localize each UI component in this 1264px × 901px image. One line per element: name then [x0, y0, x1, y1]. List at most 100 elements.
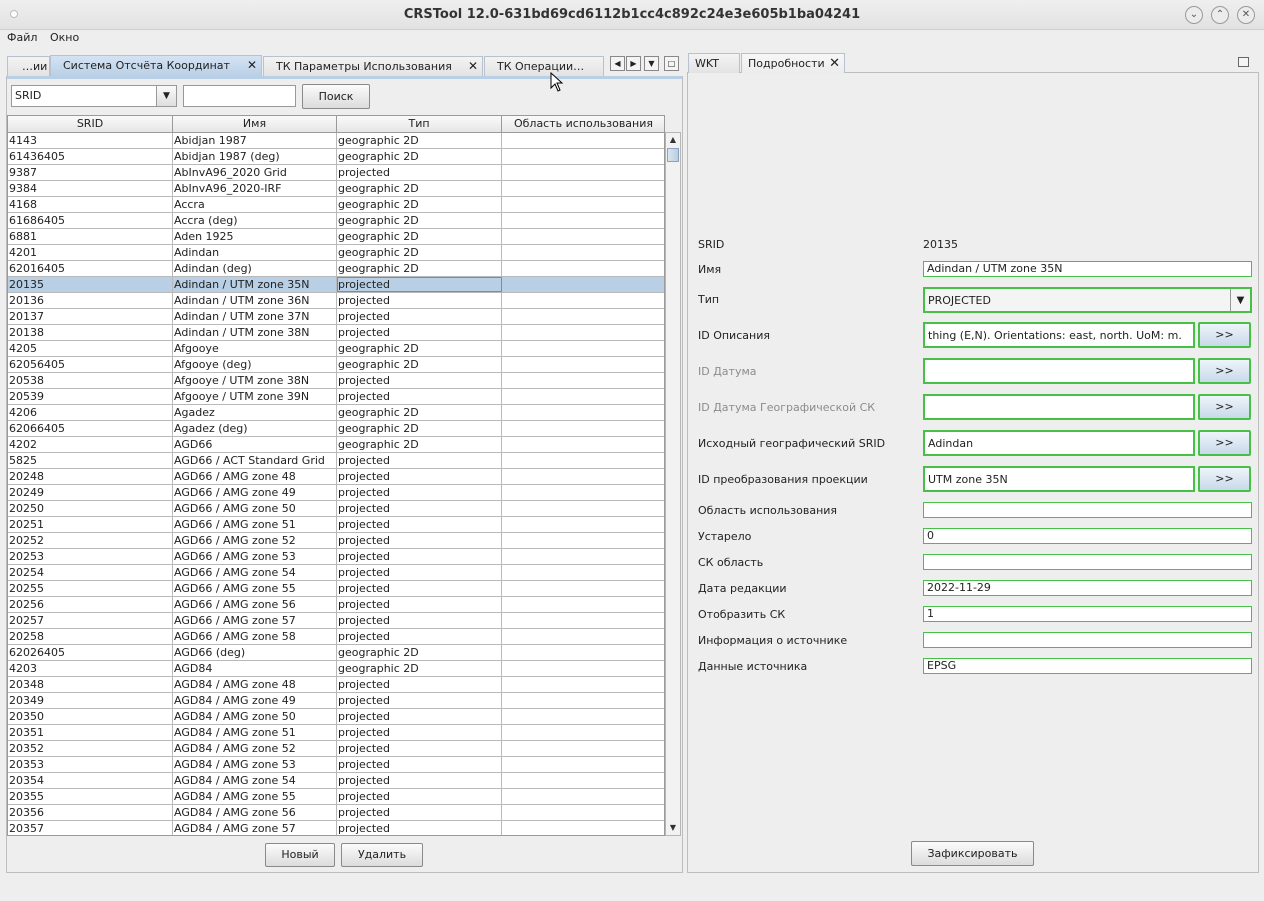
- table-row[interactable]: 20137 Adindan / UTM zone 37N projected: [8, 309, 664, 325]
- cell-type: geographic 2D: [337, 405, 502, 420]
- table-row[interactable]: 5825 AGD66 / ACT Standard Grid projected: [8, 453, 664, 469]
- tab-hidden-left[interactable]: …ии: [7, 56, 50, 76]
- tab-usage-params[interactable]: ТК Параметры Использования ✕: [263, 56, 483, 76]
- type-select[interactable]: PROJECTED ▼: [923, 287, 1252, 313]
- search-field-select[interactable]: SRID ▼: [11, 85, 177, 107]
- table-row[interactable]: 4143 Abidjan 1987 geographic 2D: [8, 133, 664, 149]
- source-data-field[interactable]: EPSG: [923, 658, 1252, 674]
- close-button[interactable]: ✕: [1237, 6, 1255, 24]
- table-row[interactable]: 62016405 Adindan (deg) geographic 2D: [8, 261, 664, 277]
- table-row[interactable]: 6881 Aden 1925 geographic 2D: [8, 229, 664, 245]
- table-row[interactable]: 20351 AGD84 / AMG zone 51 projected: [8, 725, 664, 741]
- table-row[interactable]: 20250 AGD66 / AMG zone 50 projected: [8, 501, 664, 517]
- table-row[interactable]: 61436405 Abidjan 1987 (deg) geographic 2D: [8, 149, 664, 165]
- tab-scroll-left-icon[interactable]: ◀: [610, 56, 625, 71]
- column-header-srid[interactable]: SRID: [8, 116, 173, 133]
- maximize-button[interactable]: ⌃: [1211, 6, 1229, 24]
- table-row[interactable]: 20354 AGD84 / AMG zone 54 projected: [8, 773, 664, 789]
- name-field[interactable]: Adindan / UTM zone 35N: [923, 261, 1252, 277]
- desc-id-field[interactable]: thing (E,N). Orientations: east, north. …: [923, 322, 1195, 348]
- scroll-up-icon[interactable]: ▲: [666, 133, 680, 147]
- search-input[interactable]: [183, 85, 296, 107]
- cell-srid: 20349: [8, 693, 173, 708]
- cell-area: [502, 517, 664, 532]
- table-row[interactable]: 20138 Adindan / UTM zone 38N projected: [8, 325, 664, 341]
- table-row[interactable]: 20136 Adindan / UTM zone 36N projected: [8, 293, 664, 309]
- geo-datum-id-more-button[interactable]: >>: [1198, 394, 1251, 420]
- show-crs-field[interactable]: 1: [923, 606, 1252, 622]
- table-row[interactable]: 20356 AGD84 / AMG zone 56 projected: [8, 805, 664, 821]
- close-icon[interactable]: ✕: [247, 56, 257, 75]
- crs-area-field[interactable]: [923, 554, 1252, 570]
- table-row[interactable]: 62026405 AGD66 (deg) geographic 2D: [8, 645, 664, 661]
- table-row[interactable]: 20539 Afgooye / UTM zone 39N projected: [8, 389, 664, 405]
- table-row[interactable]: 20355 AGD84 / AMG zone 55 projected: [8, 789, 664, 805]
- table-row[interactable]: 4201 Adindan geographic 2D: [8, 245, 664, 261]
- table-row[interactable]: 20249 AGD66 / AMG zone 49 projected: [8, 485, 664, 501]
- table-row[interactable]: 20254 AGD66 / AMG zone 54 projected: [8, 565, 664, 581]
- geo-datum-id-field[interactable]: [923, 394, 1195, 420]
- column-header-type[interactable]: Тип: [337, 116, 502, 133]
- close-icon[interactable]: ✕: [829, 54, 840, 73]
- tab-operations[interactable]: ТК Операции…: [484, 56, 604, 76]
- table-row[interactable]: 20352 AGD84 / AMG zone 52 projected: [8, 741, 664, 757]
- commit-button[interactable]: Зафиксировать: [911, 841, 1034, 866]
- table-row[interactable]: 4205 Afgooye geographic 2D: [8, 341, 664, 357]
- search-button[interactable]: Поиск: [302, 84, 370, 109]
- desc-id-more-button[interactable]: >>: [1198, 322, 1251, 348]
- column-header-area[interactable]: Область использования: [502, 116, 664, 133]
- delete-button[interactable]: Удалить: [341, 843, 423, 867]
- table-row[interactable]: 4206 Agadez geographic 2D: [8, 405, 664, 421]
- tab-scroll-right-icon[interactable]: ▶: [626, 56, 641, 71]
- table-row[interactable]: 20349 AGD84 / AMG zone 49 projected: [8, 693, 664, 709]
- table-row[interactable]: 62056405 Afgooye (deg) geographic 2D: [8, 357, 664, 373]
- datum-id-field[interactable]: [923, 358, 1195, 384]
- source-srid-more-button[interactable]: >>: [1198, 430, 1251, 456]
- table-row[interactable]: 20135 Adindan / UTM zone 35N projected: [8, 277, 664, 293]
- close-icon[interactable]: ✕: [468, 57, 478, 76]
- new-button[interactable]: Новый: [265, 843, 335, 867]
- table-row[interactable]: 20538 Afgooye / UTM zone 38N projected: [8, 373, 664, 389]
- table-row[interactable]: 61686405 Accra (deg) geographic 2D: [8, 213, 664, 229]
- table-row[interactable]: 4203 AGD84 geographic 2D: [8, 661, 664, 677]
- table-row[interactable]: 9387 AbInvA96_2020 Grid projected: [8, 165, 664, 181]
- proj-id-more-button[interactable]: >>: [1198, 466, 1251, 492]
- area-field[interactable]: [923, 502, 1252, 518]
- deprecated-field[interactable]: 0: [923, 528, 1252, 544]
- datum-id-more-button[interactable]: >>: [1198, 358, 1251, 384]
- table-row[interactable]: 20348 AGD84 / AMG zone 48 projected: [8, 677, 664, 693]
- minimize-button[interactable]: ⌄: [1185, 6, 1203, 24]
- table-row[interactable]: 20255 AGD66 / AMG zone 55 projected: [8, 581, 664, 597]
- table-row[interactable]: 20353 AGD84 / AMG zone 53 projected: [8, 757, 664, 773]
- revision-date-field[interactable]: 2022-11-29: [923, 580, 1252, 596]
- table-row[interactable]: 4202 AGD66 geographic 2D: [8, 437, 664, 453]
- tab-wkt[interactable]: WKT: [688, 53, 740, 73]
- menu-window[interactable]: Окно: [50, 31, 79, 44]
- table-row[interactable]: 20350 AGD84 / AMG zone 50 projected: [8, 709, 664, 725]
- table-row[interactable]: 20251 AGD66 / AMG zone 51 projected: [8, 517, 664, 533]
- table-row[interactable]: 20256 AGD66 / AMG zone 56 projected: [8, 597, 664, 613]
- cell-area: [502, 469, 664, 484]
- table-row[interactable]: 20252 AGD66 / AMG zone 52 projected: [8, 533, 664, 549]
- scroll-down-icon[interactable]: ▼: [666, 821, 680, 835]
- table-row[interactable]: 20257 AGD66 / AMG zone 57 projected: [8, 613, 664, 629]
- table-row[interactable]: 20248 AGD66 / AMG zone 48 projected: [8, 469, 664, 485]
- table-row[interactable]: 20258 AGD66 / AMG zone 58 projected: [8, 629, 664, 645]
- table-row[interactable]: 4168 Accra geographic 2D: [8, 197, 664, 213]
- table-row[interactable]: 9384 AbInvA96_2020-IRF geographic 2D: [8, 181, 664, 197]
- minimize-panel-icon[interactable]: [1238, 57, 1249, 67]
- maximize-icon[interactable]: □: [664, 56, 679, 71]
- menu-file[interactable]: Файл: [7, 31, 37, 44]
- proj-id-field[interactable]: UTM zone 35N: [923, 466, 1195, 492]
- table-row[interactable]: 20357 AGD84 / AMG zone 57 projected: [8, 821, 664, 835]
- tab-details[interactable]: Подробности ✕: [741, 53, 845, 73]
- scroll-thumb[interactable]: [667, 148, 679, 162]
- column-header-name[interactable]: Имя: [173, 116, 337, 133]
- source-info-field[interactable]: [923, 632, 1252, 648]
- table-scrollbar[interactable]: ▲ ▼: [665, 132, 681, 836]
- table-row[interactable]: 62066405 Agadez (deg) geographic 2D: [8, 421, 664, 437]
- source-srid-field[interactable]: Adindan: [923, 430, 1195, 456]
- tab-list-icon[interactable]: ▼: [644, 56, 659, 71]
- table-row[interactable]: 20253 AGD66 / AMG zone 53 projected: [8, 549, 664, 565]
- tab-crs[interactable]: Система Отсчёта Координат ✕: [50, 55, 262, 77]
